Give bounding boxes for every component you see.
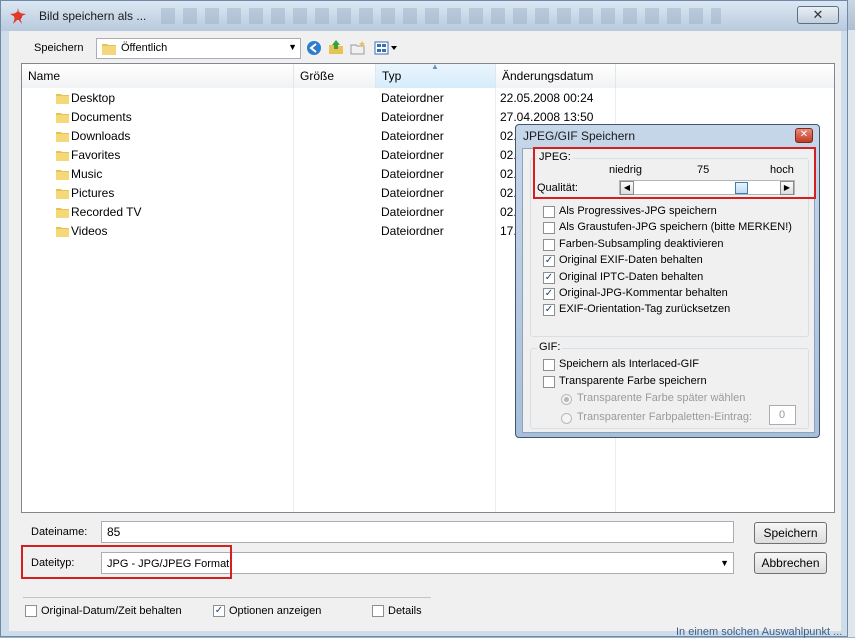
radio-palette-entry-label: Transparenter Farbpaletten-Eintrag: <box>577 411 753 423</box>
jpeg-option-checkbox[interactable] <box>543 238 555 251</box>
popup-close-button[interactable]: ✕ <box>795 128 813 143</box>
divider <box>23 597 431 598</box>
cancel-button[interactable]: Abbrechen <box>754 552 827 574</box>
jpeg-option-label: Farben-Subsampling deaktivieren <box>559 237 724 250</box>
jpeg-option-label: Als Graustufen-JPG speichern (bitte MERK… <box>559 221 792 234</box>
jpeg-option-checkbox[interactable]: ✓ <box>543 288 555 300</box>
popup-title: JPEG/GIF Speichern <box>523 129 636 143</box>
radio-choose-later-label: Transparente Farbe später wählen <box>577 392 746 404</box>
file-type: Dateiordner <box>381 205 444 219</box>
gif-option-checkbox[interactable] <box>543 376 555 388</box>
sort-arrow-icon: ▲ <box>431 62 439 71</box>
gif-option-label: Speichern als Interlaced-GIF <box>559 358 700 370</box>
folder-icon <box>102 44 116 55</box>
file-type: Dateiordner <box>381 167 444 181</box>
jpeg-option-label: EXIF-Orientation-Tag zurücksetzen <box>559 303 731 316</box>
gif-option-checkbox[interactable] <box>543 359 555 371</box>
save-button[interactable]: Speichern <box>754 522 827 544</box>
folder-icon <box>56 94 69 104</box>
gif-option-label: Transparente Farbe speichern <box>559 375 707 387</box>
file-name: Videos <box>71 224 108 238</box>
location-combo[interactable]: Öffentlich ▼ <box>96 38 301 59</box>
jpeg-option-label: Original IPTC-Daten behalten <box>559 270 704 283</box>
table-row[interactable]: Desktop Dateiordner 22.05.2008 00:24 <box>22 89 834 108</box>
filename-label: Dateiname: <box>31 526 88 538</box>
palette-entry-input[interactable]: 0 <box>769 405 796 425</box>
folder-icon <box>56 113 69 123</box>
file-name: Desktop <box>71 91 116 105</box>
jpeg-option-checkbox[interactable]: ✓ <box>543 304 555 317</box>
window-title: Bild speichern als ... <box>39 9 147 23</box>
folder-icon <box>56 189 69 199</box>
file-type: Dateiordner <box>381 148 444 162</box>
jpeg-option-checkbox[interactable]: ✓ <box>543 271 555 284</box>
gif-group-label: GIF: <box>537 341 563 353</box>
column-header-size[interactable]: Größe <box>294 64 376 88</box>
folder-icon <box>56 170 69 180</box>
folder-icon <box>56 132 69 142</box>
jpeg-option-checkbox[interactable] <box>543 222 555 235</box>
file-name: Pictures <box>71 186 115 200</box>
file-name: Music <box>71 167 103 181</box>
bottom-option-label: Details <box>388 605 422 617</box>
bottom-option-checkbox[interactable] <box>25 605 37 617</box>
bottom-option-checkbox[interactable]: ✓ <box>213 605 225 617</box>
back-icon[interactable] <box>306 40 322 56</box>
save-in-label: Speichern <box>34 42 84 54</box>
jpeg-option-label: Original-JPG-Kommentar behalten <box>559 287 728 299</box>
folder-icon <box>56 208 69 218</box>
file-type: Dateiordner <box>381 129 444 143</box>
bottom-option-checkbox[interactable] <box>372 605 384 617</box>
folder-icon <box>56 151 69 161</box>
file-type: Dateiordner <box>381 110 444 124</box>
file-date: 22.05.2008 00:24 <box>500 91 594 105</box>
radio-choose-later[interactable] <box>561 394 572 405</box>
quality-highlight-box <box>533 147 816 199</box>
folder-icon <box>56 227 69 237</box>
up-folder-icon[interactable] <box>328 39 344 55</box>
app-icon <box>10 8 26 24</box>
chevron-down-icon: ▼ <box>720 558 729 568</box>
new-folder-icon[interactable] <box>350 40 366 56</box>
file-type: Dateiordner <box>381 224 444 238</box>
background-toolbar-ghost <box>161 8 721 24</box>
bottom-option-label: Original-Datum/Zeit behalten <box>41 605 182 617</box>
file-name: Documents <box>71 110 132 124</box>
location-text: Öffentlich <box>121 42 168 54</box>
window-close-button[interactable]: ✕ <box>797 6 839 24</box>
file-name: Recorded TV <box>71 205 142 219</box>
file-name: Downloads <box>71 129 131 143</box>
background-text: In einem solchen Auswahlpunkt ... <box>676 626 843 638</box>
column-header-name[interactable]: Name <box>22 64 294 88</box>
highlight-box <box>21 545 232 579</box>
jpeg-option-checkbox[interactable] <box>543 206 555 218</box>
column-header-date[interactable]: Änderungsdatum <box>496 64 616 88</box>
column-header-empty <box>616 64 834 88</box>
filename-input[interactable]: 85 <box>101 521 734 543</box>
jpeg-option-checkbox[interactable]: ✓ <box>543 255 555 268</box>
file-date: 27.04.2008 13:50 <box>500 110 594 124</box>
jpeg-option-label: Original EXIF-Daten behalten <box>559 254 703 267</box>
file-name: Favorites <box>71 148 121 162</box>
file-type: Dateiordner <box>381 91 444 105</box>
file-type: Dateiordner <box>381 186 444 200</box>
view-menu-icon[interactable] <box>374 40 398 56</box>
chevron-down-icon: ▼ <box>288 42 297 52</box>
bottom-option-label: Optionen anzeigen <box>229 605 322 617</box>
jpeg-option-label: Als Progressives-JPG speichern <box>559 205 717 217</box>
title-bar[interactable]: Bild speichern als ... ✕ <box>1 1 847 31</box>
radio-palette-entry[interactable] <box>561 413 572 424</box>
